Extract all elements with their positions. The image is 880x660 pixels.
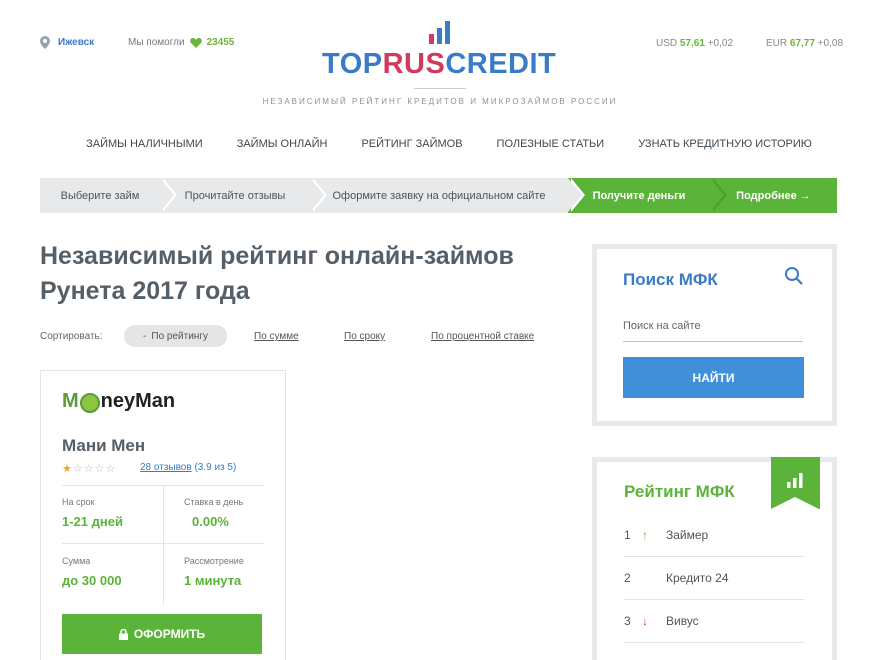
- location[interactable]: Ижевск: [40, 36, 94, 49]
- chart-bars-icon: [787, 473, 803, 488]
- review-time-label: Рассмотрение: [184, 556, 244, 566]
- site-logo[interactable]: TOPRUSCREDIT: [322, 48, 556, 81]
- eur-rate: EUR 67,77 +0,08: [766, 38, 843, 49]
- sort-label: Сортировать:: [40, 331, 103, 342]
- sort-by-term[interactable]: По сроку: [344, 331, 385, 342]
- review-time-value: 1 минута: [184, 573, 242, 588]
- apply-label: ОФОРМИТЬ: [133, 627, 206, 641]
- rating-item[interactable]: 1 ↑ Займер: [624, 514, 805, 557]
- helped-counter: Мы помогли 23455: [128, 37, 234, 48]
- reviews-link[interactable]: 28 отзывов: [140, 462, 192, 473]
- nav-item-articles[interactable]: ПОЛЕЗНЫЕ СТАТЬИ: [497, 138, 605, 150]
- reviews-info: 28 отзывов (3.9 из 5): [140, 462, 236, 473]
- logo-rest: neyMan: [100, 390, 176, 412]
- rating-stars: ★☆☆☆☆: [62, 462, 116, 475]
- rating-item[interactable]: 3 ↓ Вивус: [624, 600, 805, 643]
- search-icon[interactable]: [784, 266, 804, 286]
- step-label: Оформите заявку на официальном сайте: [332, 189, 546, 202]
- step-read-reviews: Прочитайте отзывы: [160, 178, 327, 213]
- sort-by-rating[interactable]: - По рейтингу: [124, 325, 227, 347]
- logo-letter: M: [62, 390, 79, 412]
- nav-item-loan-rating[interactable]: РЕЙТИНГ ЗАЙМОВ: [361, 138, 462, 150]
- eur-label: EUR: [766, 38, 788, 49]
- usd-value: 57,61: [679, 38, 705, 49]
- steps-bar: Выберите займ Прочитайте отзывы Оформите…: [40, 178, 837, 213]
- rank-number: 1: [624, 528, 631, 542]
- star-filled-icon: ★: [62, 463, 73, 475]
- usd-rate: USD 57,61 +0,02: [656, 38, 733, 49]
- sum-value: до 30 000: [62, 573, 122, 588]
- divider: [163, 485, 164, 605]
- arrow-up-icon: ↑: [642, 528, 648, 542]
- step-label: Получите деньги: [592, 189, 686, 202]
- rank-number: 3: [624, 614, 631, 628]
- sum-label: Сумма: [62, 556, 91, 566]
- rating-text: (3.9 из 5): [194, 462, 237, 473]
- sort-by-sum[interactable]: По сумме: [254, 331, 299, 342]
- find-button[interactable]: НАЙТИ: [623, 357, 804, 398]
- rate-label: Ставка в день: [184, 497, 244, 507]
- city-link[interactable]: Ижевск: [58, 37, 94, 48]
- lock-icon: [118, 628, 128, 640]
- more-link[interactable]: Подробнее →: [710, 178, 837, 213]
- logo-part-top: TOP: [322, 48, 383, 80]
- usd-change: +0,02: [707, 38, 734, 49]
- logo-part-rus: RUS: [382, 48, 446, 80]
- nav-item-online-loans[interactable]: ЗАЙМЫ ОНЛАЙН: [237, 138, 328, 150]
- rating-flag-notch: [771, 497, 819, 509]
- rating-widget-title: Рейтинг МФК: [624, 482, 735, 501]
- tagline-divider: [414, 88, 466, 89]
- logo-part-credit: CREDIT: [445, 48, 557, 80]
- rate-value: 0.00%: [192, 514, 229, 529]
- location-pin-icon: [40, 36, 50, 49]
- helped-count: 23455: [206, 37, 235, 48]
- search-widget-title: Поиск МФК: [623, 270, 718, 289]
- term-value: 1-21 дней: [62, 514, 123, 529]
- sort-by-rate[interactable]: По процентной ставке: [431, 331, 534, 342]
- main-nav: ЗАЙМЫ НАЛИЧНЫМИ ЗАЙМЫ ОНЛАЙН РЕЙТИНГ ЗАЙ…: [0, 138, 880, 150]
- nav-item-cash-loans[interactable]: ЗАЙМЫ НАЛИЧНЫМИ: [86, 138, 203, 150]
- usd-label: USD: [656, 38, 678, 49]
- sort-active-label: По рейтингу: [151, 330, 208, 342]
- logo-bars-icon: [429, 21, 450, 44]
- mfo-name: Кредито 24: [666, 571, 729, 585]
- helped-label: Мы помогли: [128, 37, 185, 48]
- more-label: Подробнее →: [736, 189, 811, 202]
- rating-item[interactable]: 2 Кредито 24: [624, 557, 805, 600]
- divider: [62, 543, 264, 544]
- star-empty-icon: ☆☆☆☆: [72, 463, 117, 475]
- eur-change: +0,08: [817, 38, 844, 49]
- coin-icon: [79, 392, 100, 413]
- tagline: НЕЗАВИСИМЫЙ РЕЙТИНГ КРЕДИТОВ И МИКРОЗАЙМ…: [262, 97, 618, 106]
- step-choose: Выберите займ: [40, 178, 177, 213]
- step-label: Выберите займ: [60, 189, 140, 202]
- mfo-name: Вивус: [666, 614, 699, 628]
- mfo-name[interactable]: Мани Мен: [62, 436, 145, 456]
- sort-dash-icon: -: [143, 330, 147, 342]
- rank-number: 2: [624, 571, 631, 585]
- step-apply: Оформите заявку на официальном сайте: [310, 178, 585, 213]
- moneyman-logo[interactable]: MneyMan: [62, 390, 175, 413]
- apply-button[interactable]: ОФОРМИТЬ: [62, 614, 262, 654]
- search-input[interactable]: [623, 310, 803, 342]
- step-label: Прочитайте отзывы: [184, 189, 286, 202]
- eur-value: 67,77: [789, 38, 815, 49]
- page-title: Независимый рейтинг онлайн-займов Рунета…: [40, 242, 514, 305]
- heart-icon: [189, 38, 202, 48]
- arrow-down-icon: ↓: [642, 614, 648, 628]
- nav-item-credit-history[interactable]: УЗНАТЬ КРЕДИТНУЮ ИСТОРИЮ: [638, 138, 812, 150]
- mfo-name: Займер: [666, 528, 709, 542]
- step-get-money: Получите деньги: [568, 178, 727, 213]
- term-label: На срок: [62, 497, 95, 507]
